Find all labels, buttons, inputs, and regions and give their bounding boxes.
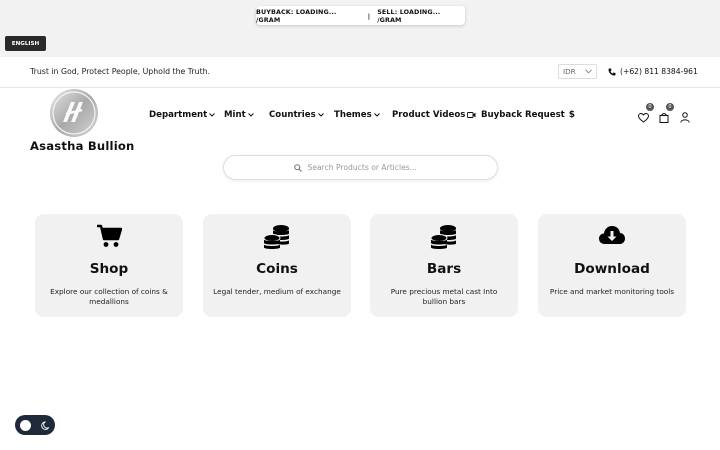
tagline: Trust in God, Protect People, Uphold the… xyxy=(30,67,211,76)
buyback-price: BUYBACK: LOADING... /GRAM xyxy=(256,7,337,24)
sell-price: SELL: LOADING... /GRAM xyxy=(377,7,441,24)
shopping-bag-icon xyxy=(659,113,669,123)
price-ticker: BUYBACK: LOADING... /GRAM | SELL: LOADIN… xyxy=(256,6,465,25)
heart-icon xyxy=(637,112,650,123)
dollar-icon: $ xyxy=(568,110,576,120)
nav-label: Product Videos xyxy=(392,110,466,120)
wishlist-button[interactable]: 0 xyxy=(637,103,654,127)
card-title: Bars xyxy=(426,261,462,277)
cloud-download-icon xyxy=(599,226,625,244)
info-bar: Trust in God, Protect People, Uphold the… xyxy=(0,57,720,88)
card-bars[interactable]: Bars Pure precious metal cast Into bulli… xyxy=(370,214,518,317)
cart-count: 0 xyxy=(666,103,674,111)
card-description: Legal tender, medium of exchange xyxy=(213,287,341,296)
nav-label: Themes xyxy=(334,110,372,120)
chevron-down-icon xyxy=(585,69,592,74)
account-button[interactable] xyxy=(680,108,690,127)
chevron-down-icon xyxy=(209,113,216,117)
coins-icon xyxy=(430,225,456,249)
phone-number: (+62) 811 8384-961 xyxy=(620,67,698,76)
card-description: Price and market monitoring tools xyxy=(549,287,675,296)
moon-icon xyxy=(41,420,49,430)
wishlist-count: 0 xyxy=(646,103,654,111)
brand-name[interactable]: Asastha Bullion xyxy=(30,139,135,153)
nav-product-videos[interactable]: Product Videos xyxy=(392,110,476,120)
card-description: Explore our collection of coins & medall… xyxy=(50,287,168,306)
card-coins[interactable]: Coins Legal tender, medium of exchange xyxy=(203,214,351,317)
card-shop[interactable]: Shop Explore our collection of coins & m… xyxy=(35,214,183,317)
cart-icon xyxy=(97,224,122,247)
search-icon[interactable] xyxy=(293,163,302,172)
chevron-down-icon xyxy=(247,113,254,117)
nav-themes[interactable]: Themes xyxy=(334,110,380,120)
card-title: Download xyxy=(574,261,650,277)
card-title: Coins xyxy=(256,261,298,277)
chevron-down-icon xyxy=(317,113,324,117)
logo-emblem xyxy=(50,89,98,137)
coins-icon xyxy=(263,225,289,249)
nav-buyback-request[interactable]: Buyback Request $ xyxy=(481,110,575,120)
phone-contact[interactable]: (+62) 811 8384-961 xyxy=(608,67,698,76)
nav-mint[interactable]: Mint xyxy=(224,110,254,120)
theme-toggle[interactable] xyxy=(15,415,55,435)
card-download[interactable]: Download Price and market monitoring too… xyxy=(538,214,686,317)
cart-button[interactable]: 0 xyxy=(659,103,674,127)
price-separator: | xyxy=(367,11,371,20)
brand-logo[interactable] xyxy=(49,88,99,138)
video-icon xyxy=(467,112,476,118)
chevron-down-icon xyxy=(373,113,380,117)
card-title: Shop xyxy=(89,261,129,277)
currency-select[interactable]: IDR xyxy=(558,64,597,79)
user-icon xyxy=(680,112,690,123)
toggle-knob xyxy=(20,419,31,431)
nav-label: Buyback Request xyxy=(481,110,565,120)
search-bar xyxy=(223,155,498,180)
card-description: Pure precious metal cast Into bullion ba… xyxy=(390,287,498,306)
phone-icon xyxy=(608,68,616,75)
currency-value: IDR xyxy=(563,67,576,76)
language-button[interactable]: ENGLISH xyxy=(5,36,46,51)
nav-countries[interactable]: Countries xyxy=(269,110,324,120)
search-input[interactable] xyxy=(307,163,428,172)
nav-label: Mint xyxy=(224,110,246,120)
nav-label: Department xyxy=(149,110,208,120)
nav-label: Countries xyxy=(269,110,316,120)
nav-department[interactable]: Department xyxy=(149,110,216,120)
